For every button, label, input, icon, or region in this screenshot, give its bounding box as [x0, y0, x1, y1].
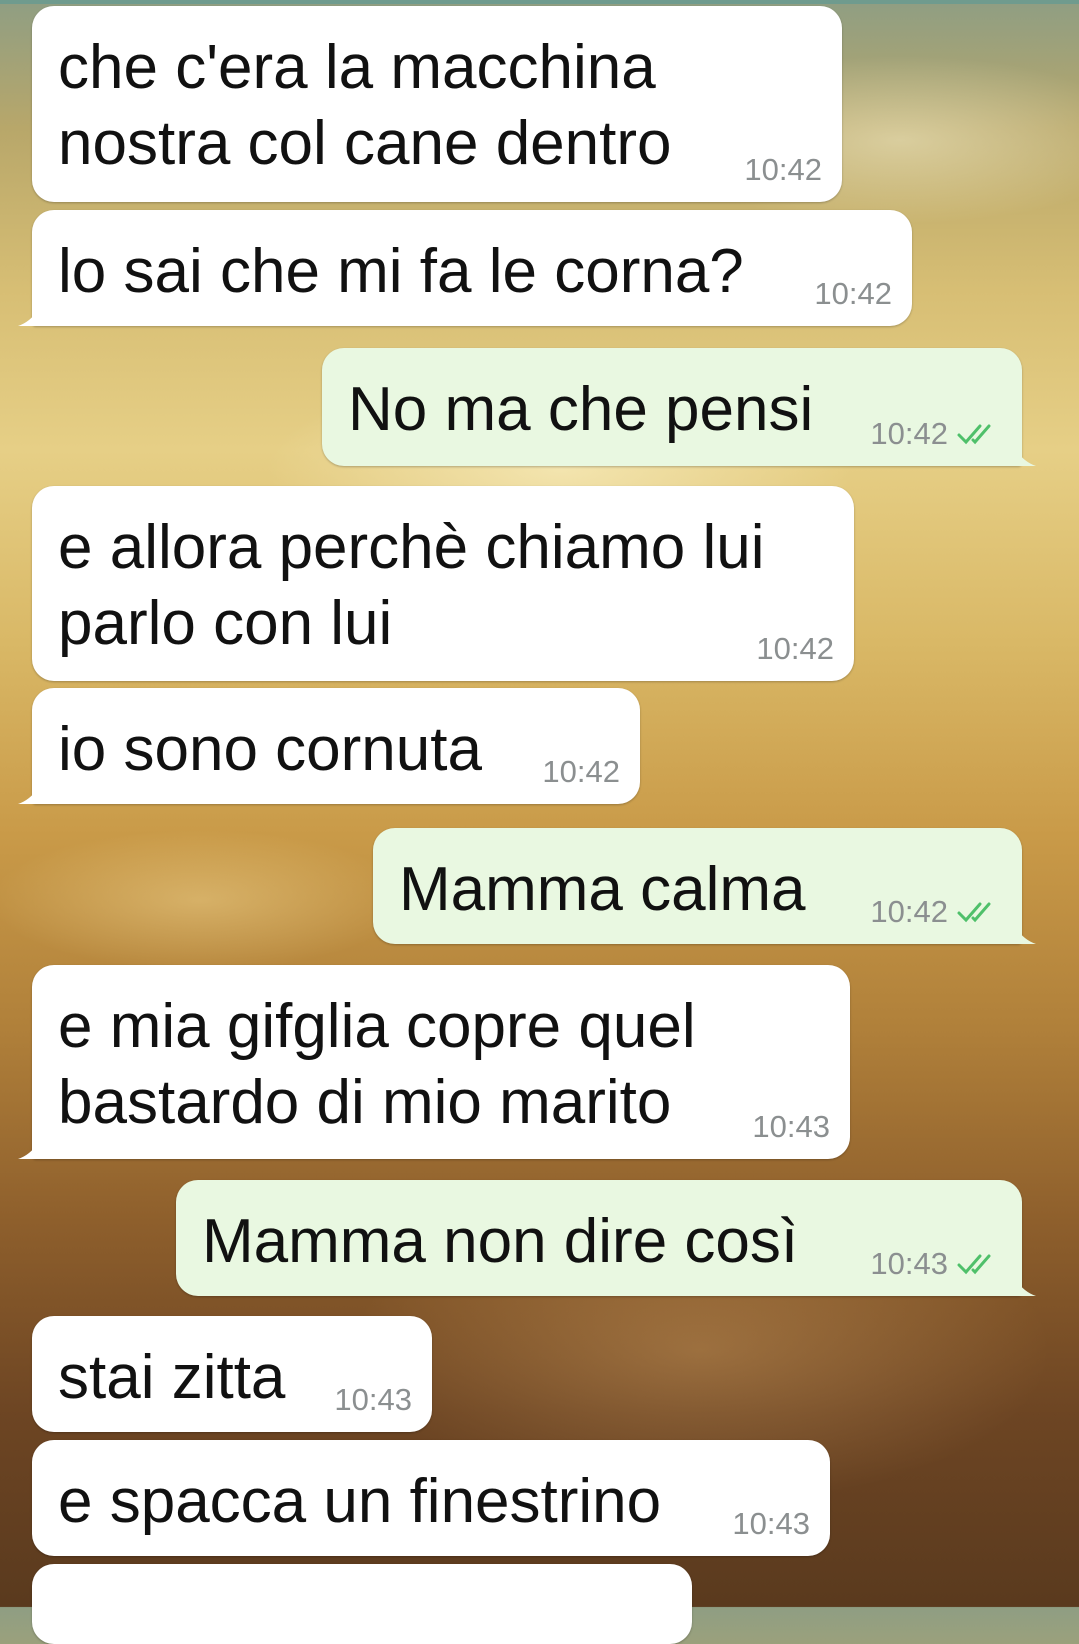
bubble-tail — [18, 310, 38, 326]
message-time: 10:43 — [870, 1246, 948, 1281]
message-meta: 10:42 — [870, 894, 1002, 930]
message-meta: 10:42 — [756, 631, 834, 667]
message-bubble-incoming[interactable]: che c'era la macchina nostra col cane de… — [32, 6, 842, 202]
message-bubble-incoming[interactable]: e mia gifglia copre quel bastardo di mio… — [18, 965, 850, 1159]
message-text: che c'era la macchina nostra col cane de… — [58, 33, 672, 178]
message-time: 10:42 — [870, 894, 948, 929]
message-bubble-outgoing[interactable]: Mamma non dire così 10:43 — [176, 1180, 1036, 1296]
bubble-tail — [1016, 1280, 1036, 1296]
bubble-tail — [1016, 450, 1036, 466]
message-time: 10:42 — [870, 416, 948, 451]
message-bubble-incoming[interactable]: lo sai che mi fa le corna? 10:42 — [18, 210, 912, 326]
message-meta: 10:42 — [744, 152, 822, 188]
message-time: 10:43 — [334, 1382, 412, 1417]
message-time: 10:43 — [732, 1506, 810, 1541]
message-bubble-outgoing[interactable]: Mamma calma 10:42 — [373, 828, 1036, 944]
double-check-icon — [957, 424, 991, 445]
double-check-icon — [957, 1254, 991, 1275]
bubble-tail — [1016, 928, 1036, 944]
bubble-tail — [18, 1143, 38, 1159]
message-time: 10:42 — [744, 152, 822, 187]
message-bubble-incoming[interactable]: stai zitta 10:43 — [32, 1316, 432, 1432]
message-text: lo sai che mi fa le corna? — [58, 237, 744, 306]
message-text: e spacca un finestrino — [58, 1467, 662, 1536]
message-bubble-incoming[interactable]: e allora perchè chiamo lui parlo con lui… — [32, 486, 854, 681]
message-bubble-outgoing[interactable]: No ma che pensi 10:42 — [322, 348, 1036, 466]
bubble-tail — [18, 788, 38, 804]
message-bubble-incoming-partial[interactable] — [32, 1564, 692, 1644]
message-text: e allora perchè chiamo lui parlo con lui — [58, 513, 765, 658]
message-text: e mia gifglia copre quel bastardo di mio… — [58, 992, 696, 1137]
message-meta: 10:43 — [870, 1246, 1002, 1282]
message-bubble-incoming[interactable]: e spacca un finestrino 10:43 — [32, 1440, 830, 1556]
top-edge — [0, 0, 1079, 4]
message-meta: 10:43 — [752, 1109, 830, 1145]
double-check-icon — [957, 902, 991, 923]
message-time: 10:42 — [814, 276, 892, 311]
message-time: 10:42 — [542, 754, 620, 789]
message-meta: 10:43 — [732, 1506, 810, 1542]
message-text: io sono cornuta — [58, 715, 482, 784]
message-time: 10:42 — [756, 631, 834, 666]
message-meta: 10:42 — [542, 754, 620, 790]
message-meta: 10:42 — [870, 416, 1002, 452]
message-time: 10:43 — [752, 1109, 830, 1144]
message-meta: 10:43 — [334, 1382, 412, 1418]
message-meta: 10:42 — [814, 276, 892, 312]
message-bubble-incoming[interactable]: io sono cornuta 10:42 — [18, 688, 640, 804]
